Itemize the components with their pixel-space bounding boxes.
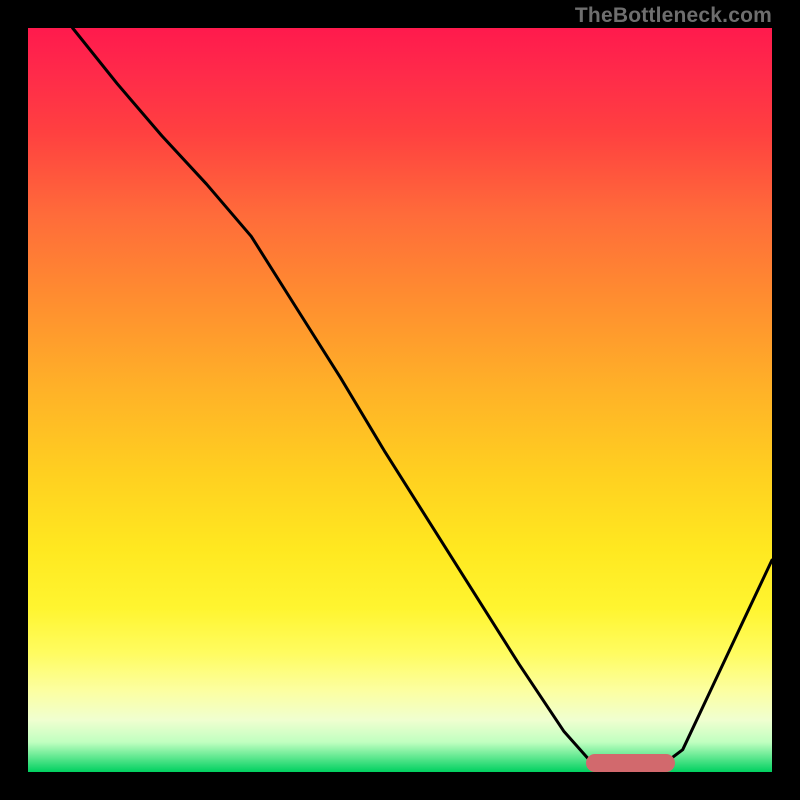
- bottleneck-curve: [28, 28, 772, 772]
- chart-container: TheBottleneck.com: [0, 0, 800, 800]
- watermark-text: TheBottleneck.com: [575, 4, 772, 28]
- optimal-range-marker: [586, 754, 675, 772]
